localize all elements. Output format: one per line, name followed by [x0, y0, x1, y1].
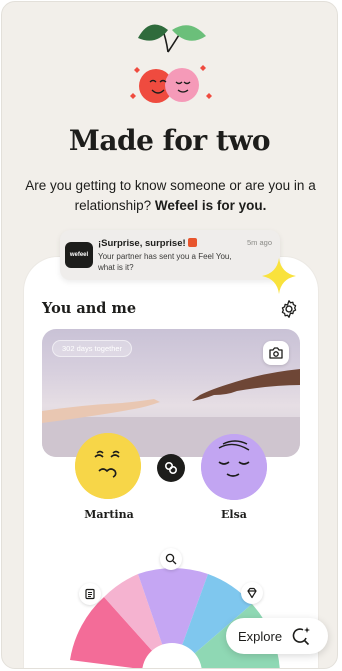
notification-title: ¡Surprise, surprise! [98, 238, 197, 249]
app-screen: Made for two Are you getting to know som… [1, 1, 338, 669]
avatar-elsa[interactable] [201, 434, 267, 500]
cherry-illustration-icon [130, 24, 212, 103]
explore-button[interactable]: Explore [226, 618, 328, 654]
subline: Are you getting to know someone or are y… [20, 176, 321, 216]
avatar-martina[interactable] [75, 433, 141, 499]
journal-button[interactable] [79, 583, 101, 605]
gem-icon [247, 587, 257, 599]
headline: Made for two [68, 124, 271, 157]
gem-button[interactable] [241, 582, 263, 604]
section-title: You and me [42, 300, 137, 317]
partner-name-left: Martina [84, 508, 134, 521]
notification-time: 5m ago [246, 238, 272, 247]
camera-button[interactable] [263, 341, 289, 365]
link-button[interactable] [157, 454, 185, 482]
search-icon [165, 553, 177, 565]
notification-card[interactable]: wefeel ¡Surprise, surprise! 5m ago Your … [60, 230, 280, 280]
camera-icon [269, 347, 283, 359]
explore-icon [292, 627, 311, 646]
app-logo: wefeel [65, 242, 93, 268]
search-button[interactable] [160, 548, 182, 570]
gift-icon [187, 238, 197, 247]
journal-icon [85, 588, 95, 600]
gear-icon[interactable] [278, 298, 300, 320]
notification-body: Your partner has sent you a Feel You, wh… [98, 252, 232, 272]
subline-emphasis: Wefeel is for you. [154, 198, 267, 213]
sparkle-icon [262, 258, 296, 294]
explore-label: Explore [238, 628, 283, 644]
partner-name-right: Elsa [221, 508, 247, 521]
couple-photo[interactable]: 302 days together [42, 329, 300, 457]
link-icon [164, 461, 178, 475]
days-together-badge: 302 days together [52, 340, 133, 357]
